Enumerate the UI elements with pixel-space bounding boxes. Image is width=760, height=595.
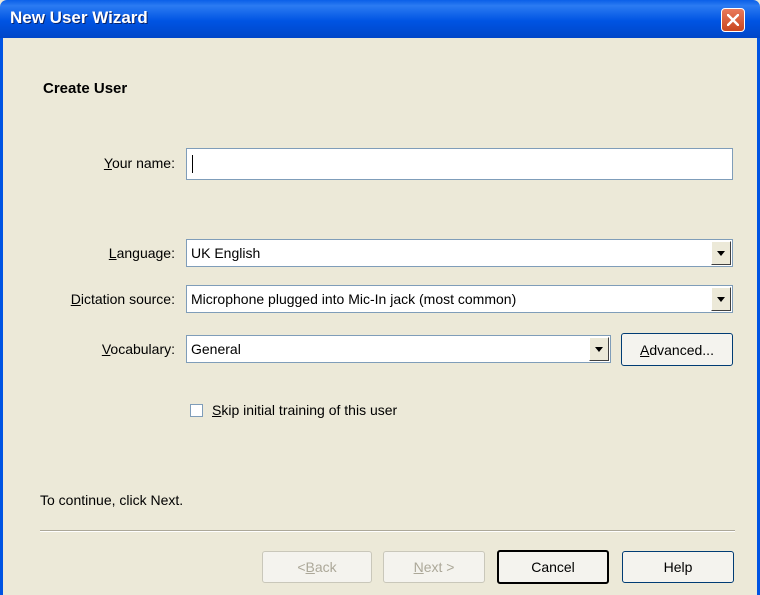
vocabulary-select[interactable]: General <box>186 335 611 363</box>
language-value: UK English <box>191 245 261 261</box>
dictation-dropdown-button[interactable] <box>711 287 731 311</box>
close-icon <box>727 14 739 26</box>
dropdown-arrow-icon <box>717 250 725 256</box>
text-caret <box>192 155 193 173</box>
language-label: Language: <box>108 245 175 261</box>
dictation-source-label: Dictation source: <box>70 291 175 307</box>
dialog-body <box>0 38 760 595</box>
dropdown-arrow-icon <box>595 346 603 352</box>
your-name-input[interactable] <box>186 148 733 180</box>
language-select[interactable]: UK English <box>186 239 733 267</box>
instruction-text: To continue, click Next. <box>40 492 184 508</box>
skip-training-label[interactable]: Skip initial training of this user <box>212 402 397 418</box>
dropdown-arrow-icon <box>717 296 725 302</box>
separator <box>40 530 735 532</box>
help-button[interactable]: Help <box>622 551 734 583</box>
next-button[interactable]: Next > <box>383 551 485 583</box>
page-heading: Create User <box>43 80 128 97</box>
dictation-source-value: Microphone plugged into Mic-In jack (mos… <box>191 291 517 307</box>
advanced-button[interactable]: Advanced... <box>621 333 733 366</box>
dictation-source-select[interactable]: Microphone plugged into Mic-In jack (mos… <box>186 285 733 313</box>
back-button[interactable]: < Back <box>262 551 372 583</box>
title-bar: New User Wizard <box>0 0 760 38</box>
your-name-label: Your name: <box>103 155 175 171</box>
vocabulary-dropdown-button[interactable] <box>589 337 609 361</box>
cancel-button[interactable]: Cancel <box>497 550 609 584</box>
vocabulary-label: Vocabulary: <box>101 341 175 357</box>
vocabulary-value: General <box>191 341 241 357</box>
skip-training-checkbox[interactable] <box>190 404 203 417</box>
close-button[interactable] <box>721 8 745 32</box>
window-title: New User Wizard <box>10 8 148 27</box>
language-dropdown-button[interactable] <box>711 241 731 265</box>
